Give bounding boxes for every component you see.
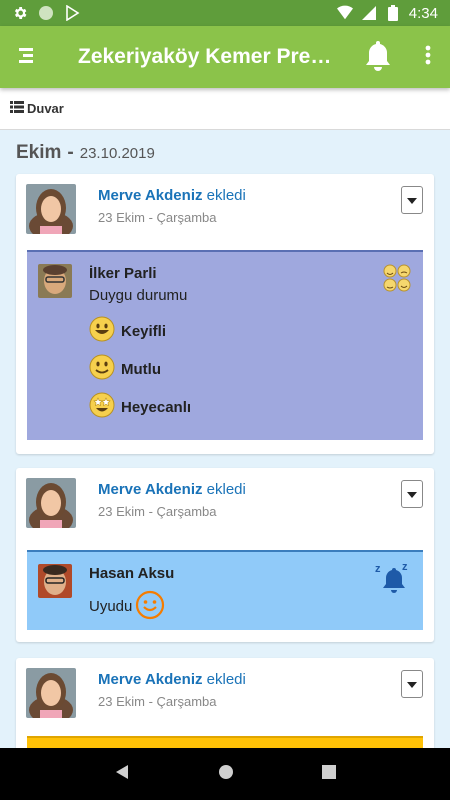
author-name[interactable]: Merve Akdeniz <box>98 187 202 204</box>
play-store-icon <box>64 5 80 21</box>
smiley-icon <box>89 354 115 385</box>
author-avatar[interactable] <box>26 668 76 718</box>
dropdown-icon <box>407 485 417 503</box>
mood-label: Heyecanlı <box>121 399 192 416</box>
activity-panel <box>27 736 423 748</box>
post-options-button[interactable] <box>401 670 423 698</box>
svg-text:z: z <box>375 563 381 575</box>
more-vert-icon <box>425 45 431 70</box>
author-line[interactable]: Merve Akdeniz ekledi <box>98 481 246 498</box>
home-icon[interactable] <box>218 764 234 785</box>
system-nav-bar <box>0 748 450 800</box>
author-avatar[interactable] <box>26 478 76 528</box>
date-separator: - <box>67 142 74 163</box>
circle-icon <box>38 5 54 21</box>
mood-item: Keyifli <box>89 316 166 347</box>
more-options-button[interactable] <box>408 26 448 88</box>
notifications-button[interactable] <box>358 26 398 88</box>
mood-item: Mutlu <box>89 354 161 385</box>
date-value: 23.10.2019 <box>79 145 155 162</box>
mood-label: Keyifli <box>121 323 167 340</box>
battery-icon <box>385 5 401 21</box>
author-line[interactable]: Merve Akdeniz ekledi <box>98 187 246 204</box>
sleep-panel: Hasan Aksu zz Uyudu <box>27 550 423 630</box>
dropdown-icon <box>407 191 417 209</box>
sleep-label: Uyudu <box>89 598 133 615</box>
recents-icon[interactable] <box>322 764 336 784</box>
settings-icon <box>12 5 28 21</box>
status-bar: 4:34 <box>0 0 450 26</box>
svg-text:z: z <box>402 561 408 573</box>
date-heading: Ekim - 23.10.2019 <box>16 142 155 164</box>
wall-label: Duvar <box>27 101 64 116</box>
app-bar: Zekeriyaköy Kemer Pres... <box>0 26 450 88</box>
child-avatar <box>38 564 72 598</box>
sleep-bell-icon: zz <box>375 560 413 603</box>
signal-icon <box>361 5 377 21</box>
post-date: 23 Ekim - Çarşamba <box>98 694 217 709</box>
back-icon[interactable] <box>114 764 130 785</box>
dropdown-icon <box>407 675 417 693</box>
author-line[interactable]: Merve Akdeniz ekledi <box>98 671 246 688</box>
author-action: ekledi <box>206 671 246 688</box>
post-card: Merve Akdeniz ekledi 23 Ekim - Çarşamba … <box>16 174 434 454</box>
feed[interactable]: Ekim - 23.10.2019 Merve Akdeniz ekledi 2… <box>0 130 450 748</box>
date-month: Ekim <box>16 142 62 163</box>
smiley-icon <box>135 590 165 625</box>
author-name[interactable]: Merve Akdeniz <box>98 481 202 498</box>
smiley-icon <box>89 316 115 347</box>
wifi-icon <box>336 5 353 21</box>
menu-icon <box>19 47 33 68</box>
bell-icon <box>363 39 393 76</box>
child-name: İlker Parli <box>89 265 157 282</box>
post-card: Merve Akdeniz ekledi 23 Ekim - Çarşamba <box>16 658 434 748</box>
post-options-button[interactable] <box>401 186 423 214</box>
list-icon <box>10 100 24 118</box>
post-card: Merve Akdeniz ekledi 23 Ekim - Çarşamba … <box>16 468 434 642</box>
star-eyes-icon <box>89 392 115 423</box>
menu-button[interactable] <box>0 26 52 88</box>
post-date: 23 Ekim - Çarşamba <box>98 504 217 519</box>
mood-icon <box>383 264 411 297</box>
mood-subtitle: Duygu durumu <box>89 287 188 304</box>
clock: 4:34 <box>408 4 438 22</box>
mood-panel: İlker Parli Duygu durumu Keyifli Mutlu H… <box>27 250 423 440</box>
author-avatar[interactable] <box>26 184 76 234</box>
author-name[interactable]: Merve Akdeniz <box>98 671 202 688</box>
author-action: ekledi <box>206 481 246 498</box>
mood-label: Mutlu <box>121 361 161 378</box>
child-avatar <box>38 264 72 298</box>
post-options-button[interactable] <box>401 480 423 508</box>
mood-item: Heyecanlı <box>89 392 191 423</box>
wall-tab[interactable]: Duvar <box>0 88 450 130</box>
child-name: Hasan Aksu <box>89 565 175 582</box>
post-date: 23 Ekim - Çarşamba <box>98 210 217 225</box>
author-action: ekledi <box>206 187 246 204</box>
app-title: Zekeriyaköy Kemer Pres... <box>78 45 336 68</box>
